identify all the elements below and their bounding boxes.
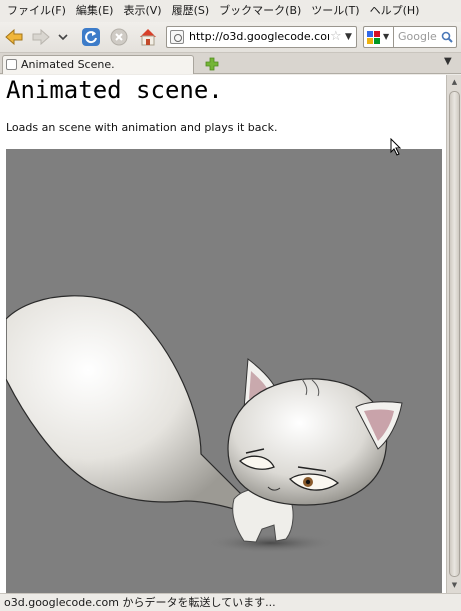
status-text: o3d.googlecode.com からデータを転送しています... <box>4 596 276 609</box>
scroll-down-arrow-icon[interactable]: ▼ <box>449 580 460 591</box>
scrollbar-thumb[interactable] <box>449 91 460 577</box>
site-identity-icon[interactable] <box>170 30 184 44</box>
bookmark-star-icon[interactable]: ☆ <box>330 28 344 46</box>
tab-animated-scene[interactable]: Animated Scene. <box>2 55 194 74</box>
search-engine-selector[interactable]: ▼ <box>363 26 394 48</box>
history-dropdown-button[interactable] <box>56 26 70 48</box>
vertical-scrollbar[interactable]: ▲ ▼ <box>446 75 461 593</box>
o3d-render-viewport[interactable] <box>6 149 442 593</box>
browser-window: ファイル(F) 編集(E) 表示(V) 履歴(S) ブックマーク(B) ツール(… <box>0 0 461 611</box>
stop-icon <box>110 28 128 46</box>
page-content: Animated scene. Loads an scene with anim… <box>0 75 446 593</box>
tab-strip: Animated Scene. ▼ <box>0 53 461 74</box>
search-icon[interactable] <box>441 31 453 43</box>
menu-help[interactable]: ヘルプ(H) <box>365 0 425 22</box>
back-arrow-icon <box>5 28 23 46</box>
url-dropdown-icon[interactable]: ▼ <box>345 28 356 46</box>
menu-bar: ファイル(F) 編集(E) 表示(V) 履歴(S) ブックマーク(B) ツール(… <box>0 0 461 22</box>
menu-bookmarks[interactable]: ブックマーク(B) <box>214 0 306 22</box>
animated-fox-render <box>6 295 403 553</box>
menu-edit[interactable]: 編集(E) <box>71 0 119 22</box>
menu-tools[interactable]: ツール(T) <box>306 0 364 22</box>
chevron-down-icon <box>58 34 68 41</box>
google-logo-icon <box>367 31 380 44</box>
home-button[interactable] <box>137 26 159 48</box>
home-icon <box>140 29 156 46</box>
forward-button[interactable] <box>30 26 52 48</box>
page-title: Animated scene. <box>6 76 223 104</box>
new-tab-plus-icon[interactable] <box>204 56 220 72</box>
reload-icon <box>82 28 100 46</box>
page-description: Loads an scene with animation and plays … <box>6 121 278 134</box>
reload-button[interactable] <box>80 26 102 48</box>
status-bar: o3d.googlecode.com からデータを転送しています... <box>0 593 461 611</box>
menu-view[interactable]: 表示(V) <box>118 0 166 22</box>
search-box[interactable]: Google <box>394 26 457 48</box>
stop-button[interactable] <box>108 26 130 48</box>
forward-arrow-icon <box>32 28 50 46</box>
search-placeholder: Google <box>398 30 437 43</box>
scroll-up-arrow-icon[interactable]: ▲ <box>449 77 460 88</box>
list-all-tabs-icon[interactable]: ▼ <box>444 56 452 67</box>
menu-file[interactable]: ファイル(F) <box>2 0 71 22</box>
mouse-pointer-icon <box>390 138 402 156</box>
page-favicon-icon <box>6 59 17 70</box>
chevron-down-icon: ▼ <box>383 32 390 41</box>
url-field[interactable]: http://o3d.googlecode.com <box>189 27 329 47</box>
tab-title: Animated Scene. <box>21 58 115 71</box>
navigation-toolbar: http://o3d.googlecode.com ☆ ▼ ▼ Google <box>0 22 461 53</box>
menu-history[interactable]: 履歴(S) <box>167 0 215 22</box>
back-button[interactable] <box>3 26 25 48</box>
address-bar[interactable]: http://o3d.googlecode.com ☆ ▼ <box>166 26 357 48</box>
